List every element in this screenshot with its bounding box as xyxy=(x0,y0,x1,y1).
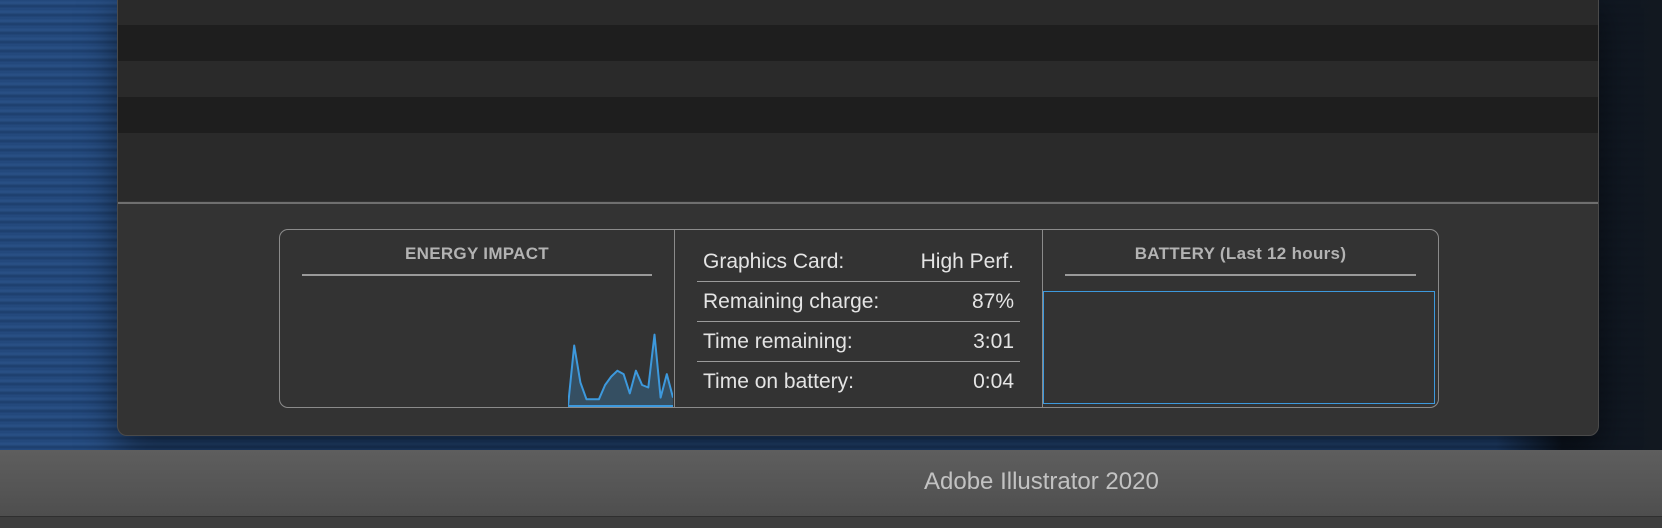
battery-history-graph xyxy=(1043,291,1435,404)
battery-stats-section: Graphics Card: High Perf. Remaining char… xyxy=(675,230,1043,407)
activity-monitor-window: ENERGY IMPACT Graphics Card: High Perf. … xyxy=(117,0,1599,436)
stat-label: Time on battery: xyxy=(703,370,854,393)
battery-stats-list: Graphics Card: High Perf. Remaining char… xyxy=(697,242,1020,402)
stat-row-remaining-charge: Remaining charge: 87% xyxy=(697,282,1020,322)
stat-value: 3:01 xyxy=(973,329,1014,353)
table-row[interactable] xyxy=(118,97,1598,133)
table-row[interactable] xyxy=(118,133,1598,169)
stat-row-time-on-battery: Time on battery: 0:04 xyxy=(697,362,1020,402)
stat-value: 0:04 xyxy=(973,370,1014,393)
table-row[interactable] xyxy=(118,169,1598,201)
table-row[interactable] xyxy=(118,61,1598,97)
battery-history-title: BATTERY (Last 12 hours) xyxy=(1134,244,1347,263)
stat-row-time-remaining: Time remaining: 3:01 xyxy=(697,322,1020,362)
stat-label: Remaining charge: xyxy=(703,289,880,313)
table-row[interactable] xyxy=(118,25,1598,61)
process-table[interactable] xyxy=(118,0,1598,203)
stat-label: Time remaining: xyxy=(703,329,853,353)
energy-impact-title: ENERGY IMPACT xyxy=(404,244,549,263)
dock-edge xyxy=(0,516,1662,528)
divider xyxy=(1065,274,1416,276)
stat-row-graphics-card: Graphics Card: High Perf. xyxy=(697,242,1020,282)
energy-summary-panel: ENERGY IMPACT Graphics Card: High Perf. … xyxy=(279,229,1439,408)
pane-splitter[interactable] xyxy=(118,202,1598,204)
table-row[interactable] xyxy=(118,0,1598,25)
battery-history-section: BATTERY (Last 12 hours) xyxy=(1043,230,1438,407)
stat-value: High Perf. xyxy=(920,249,1014,273)
stat-value: 87% xyxy=(971,289,1014,313)
energy-impact-section: ENERGY IMPACT xyxy=(280,230,675,407)
energy-impact-graph xyxy=(568,333,673,407)
dock-app-label: Adobe Illustrator 2020 xyxy=(924,468,1159,495)
divider xyxy=(302,274,652,276)
dock-label-bar xyxy=(0,450,1662,516)
stat-label: Graphics Card: xyxy=(703,249,845,273)
